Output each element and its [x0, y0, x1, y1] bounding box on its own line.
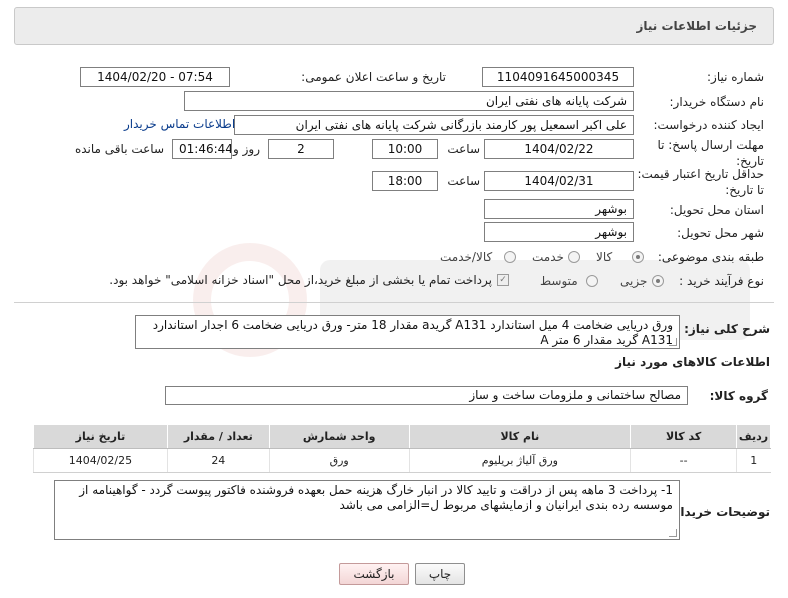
table-header-row: ردیف کد کالا نام کالا واحد شمارش تعداد /… — [33, 424, 771, 449]
buyer-contact-link[interactable]: اطلاعات تماس خریدار — [124, 117, 235, 131]
price-validity-date-field: 1404/02/31 — [484, 171, 634, 191]
remaining-label: ساعت باقی مانده — [74, 142, 164, 156]
process-radio-medium[interactable] — [586, 275, 598, 287]
description-label: شرح کلی نیاز: — [684, 322, 770, 336]
back-button[interactable]: بازگشت — [339, 563, 409, 585]
treasury-payment-checkbox[interactable]: ✓ — [497, 274, 509, 286]
category-radio-goods-service[interactable] — [504, 251, 516, 263]
cell-date: 1404/02/25 — [33, 448, 168, 473]
process-radio-minor[interactable] — [652, 275, 664, 287]
col-row: ردیف — [736, 424, 771, 449]
announce-datetime-label: تاریخ و ساعت اعلان عمومی: — [301, 70, 446, 84]
days-label: روز و — [233, 142, 260, 156]
process-option-minor: جزیی — [620, 274, 648, 288]
deadline-time-label: ساعت — [447, 142, 480, 156]
price-validity-label: حداقل تاریخ اعتبار قیمت: تا تاریخ: — [637, 167, 764, 197]
price-validity-time-field: 18:00 — [372, 171, 438, 191]
print-button[interactable]: چاپ — [415, 563, 465, 585]
description-textarea[interactable]: ورق دریایی ضخامت 4 میل استاندارد A131 گر… — [135, 315, 680, 349]
category-option-goods-service: کالا/خدمت — [440, 250, 493, 264]
need-number-field: 1104091645000345 — [482, 67, 634, 87]
requester-label: ایجاد کننده درخواست: — [653, 118, 764, 132]
col-quantity: تعداد / مقدار — [166, 424, 270, 449]
deadline-days-field: 2 — [268, 139, 334, 159]
remaining-time-field: 01:46:44 — [172, 139, 232, 159]
deadline-label: مهلت ارسال پاسخ: تا تاریخ: — [657, 138, 764, 168]
requester-field: علی اکبر اسمعیل پور کارمند بازرگانی شرکت… — [234, 115, 634, 135]
goods-group-field: مصالح ساختمانی و ملزومات ساخت و ساز — [165, 386, 688, 405]
buyer-org-field: شرکت پایانه های نفتی ایران — [184, 91, 634, 111]
category-option-service: خدمت — [532, 250, 564, 264]
description-text: ورق دریایی ضخامت 4 میل استاندارد A131 گر… — [152, 318, 673, 347]
buyer-org-label: نام دستگاه خریدار: — [669, 95, 765, 109]
city-field: بوشهر — [484, 222, 634, 242]
col-date: تاریخ نیاز — [33, 424, 168, 449]
process-option-medium: متوسط — [540, 274, 578, 288]
category-radio-service[interactable] — [568, 251, 580, 263]
buyer-notes-text: 1- پرداخت 3 ماهه پس از دراقت و تایید کال… — [79, 483, 673, 512]
deadline-date-field: 1404/02/22 — [484, 139, 634, 159]
col-unit: واحد شمارش — [268, 424, 410, 449]
col-name: نام کالا — [408, 424, 632, 449]
details-header: جزئیات اطلاعات نیاز — [14, 7, 774, 45]
process-label: نوع فرآیند خرید : — [679, 274, 764, 288]
cell-code: -- — [630, 448, 737, 473]
treasury-payment-note: پرداخت تمام یا بخشی از مبلغ خرید،از محل … — [109, 273, 492, 287]
col-code: کد کالا — [630, 424, 738, 449]
resize-handle-icon[interactable] — [669, 338, 677, 346]
need-number-label: شماره نیاز: — [707, 70, 764, 84]
page-title: جزئیات اطلاعات نیاز — [636, 19, 757, 33]
category-label: طبقه بندی موضوعی: — [657, 250, 764, 264]
category-radio-goods[interactable] — [632, 251, 644, 263]
items-table: ردیف کد کالا نام کالا واحد شمارش تعداد /… — [33, 424, 771, 473]
buyer-notes-textarea[interactable]: 1- پرداخت 3 ماهه پس از دراقت و تایید کال… — [54, 480, 680, 540]
goods-section-title: اطلاعات کالاهای مورد نیاز — [615, 355, 770, 369]
table-row: 1 -- ورق آلیاژ بریلیوم ورق 24 1404/02/25 — [33, 448, 771, 473]
province-label: استان محل تحویل: — [669, 203, 764, 217]
announce-datetime-field: 1404/02/20 - 07:54 — [80, 67, 230, 87]
province-field: بوشهر — [484, 199, 634, 219]
divider — [14, 302, 774, 303]
city-label: شهر محل تحویل: — [677, 226, 764, 240]
cell-unit: ورق — [268, 448, 410, 473]
cell-row: 1 — [736, 448, 771, 473]
goods-group-label: گروه کالا: — [709, 389, 768, 403]
cell-quantity: 24 — [166, 448, 270, 473]
deadline-time-field: 10:00 — [372, 139, 438, 159]
price-validity-time-label: ساعت — [447, 174, 480, 188]
cell-name: ورق آلیاژ بریلیوم — [408, 448, 631, 473]
category-option-goods: کالا — [596, 250, 613, 264]
resize-handle-icon[interactable] — [669, 529, 677, 537]
buyer-notes-label: توضیحات خریدار: — [668, 505, 770, 519]
